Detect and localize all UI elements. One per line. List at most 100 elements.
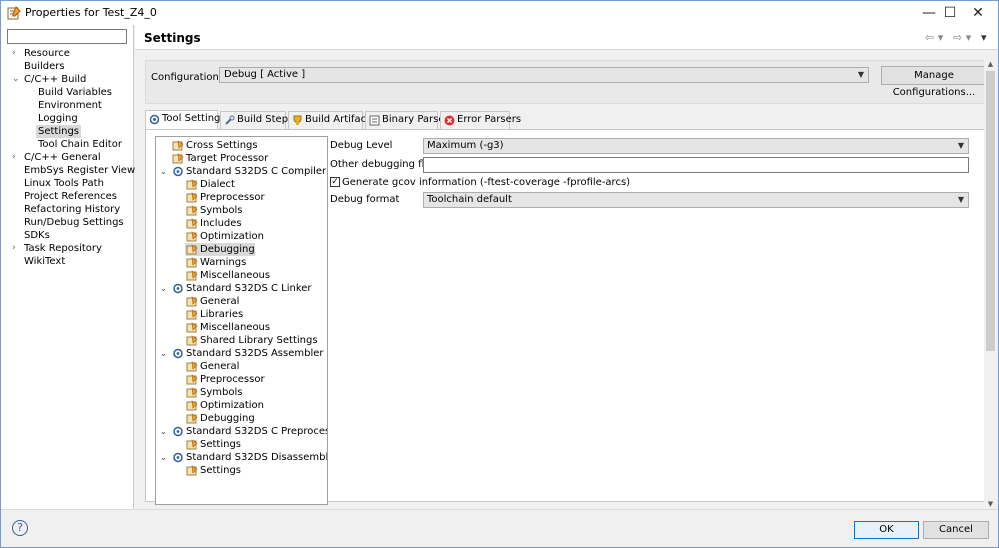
chevron-down-icon[interactable]: ⌄ [160, 451, 170, 464]
chevron-icon[interactable]: › [12, 151, 22, 164]
tab-label: Build Artifact [305, 114, 370, 125]
category-item[interactable]: Resource [24, 47, 70, 60]
manage-configurations-button[interactable]: Manage Configurations... [881, 66, 987, 98]
help-icon[interactable]: ? [12, 520, 28, 536]
binary-icon [369, 115, 380, 126]
category-item[interactable]: Task Repository [24, 242, 102, 255]
tab-error-parsers[interactable]: Error Parsers [440, 111, 521, 129]
category-item[interactable]: Tool Chain Editor [38, 138, 122, 151]
option-page-icon [186, 335, 198, 346]
debug-format-value: Toolchain default [427, 194, 512, 205]
tree-item[interactable]: Includes [185, 217, 242, 230]
category-item[interactable]: Settings [36, 125, 82, 138]
tree-item[interactable]: Standard S32DS C Preprocessor [171, 425, 327, 438]
tab-tool-settings[interactable]: Tool Settings [145, 110, 226, 130]
tree-item[interactable]: Preprocessor [185, 373, 265, 386]
category-item[interactable]: EmbSys Register View [24, 164, 135, 177]
tree-item-label: Symbols [200, 387, 243, 398]
tree-item[interactable]: Debugging [185, 243, 255, 256]
option-page-icon [186, 465, 198, 476]
other-flags-input[interactable] [423, 157, 969, 173]
tree-item-label: Debugging [200, 413, 255, 424]
window-title: Properties for Test_Z4_0 [25, 6, 157, 19]
close-button[interactable]: ✕ [955, 1, 999, 25]
category-item[interactable]: C/C++ General [24, 151, 101, 164]
tree-item[interactable]: Optimization [185, 230, 264, 243]
view-menu-button[interactable]: ▾ [981, 31, 987, 44]
category-item[interactable]: C/C++ Build [24, 73, 86, 86]
category-item[interactable]: Environment [38, 99, 102, 112]
tree-item[interactable]: Warnings [185, 256, 246, 269]
tab-binary-parsers[interactable]: Binary Parsers [365, 111, 454, 129]
category-item[interactable]: SDKs [24, 229, 50, 242]
scroll-down-icon[interactable]: ▼ [984, 499, 997, 509]
tree-item-label: Optimization [200, 400, 264, 411]
chevron-down-icon[interactable]: ⌄ [160, 282, 170, 295]
tree-item[interactable]: Miscellaneous [185, 269, 270, 282]
tree-item[interactable]: General [185, 295, 239, 308]
category-item[interactable]: Builders [24, 60, 65, 73]
tree-item-label: Warnings [200, 257, 247, 268]
tree-item[interactable]: General [185, 360, 239, 373]
cancel-button[interactable]: Cancel [923, 521, 989, 539]
tab-build-steps[interactable]: Build Steps [220, 111, 293, 129]
tree-item[interactable]: Standard S32DS C Linker [171, 282, 312, 295]
category-item[interactable]: Build Variables [38, 86, 112, 99]
chevron-down-icon[interactable]: ⌄ [160, 347, 170, 360]
tree-item[interactable]: Debugging [185, 412, 255, 425]
category-item[interactable]: Logging [38, 112, 78, 125]
category-item[interactable]: Run/Debug Settings [24, 216, 124, 229]
tab-build-artifact[interactable]: Build Artifact [288, 111, 370, 129]
tree-item[interactable]: Optimization [185, 399, 264, 412]
tree-item[interactable]: Preprocessor [185, 191, 265, 204]
configuration-select[interactable]: Debug [ Active ] ▼ [219, 67, 869, 83]
chevron-down-icon: ▼ [957, 195, 964, 204]
chevron-icon[interactable]: ⌄ [12, 73, 22, 86]
category-item[interactable]: Linux Tools Path [24, 177, 104, 190]
tree-item[interactable]: Target Processor [171, 152, 268, 165]
tree-item[interactable]: Symbols [185, 204, 242, 217]
tree-item[interactable]: Settings [185, 438, 241, 451]
tab-label: Error Parsers [457, 114, 522, 125]
option-page-icon [186, 231, 198, 242]
gcov-label[interactable]: Generate gcov information (-ftest-covera… [342, 177, 630, 188]
vertical-scrollbar[interactable]: ▲ ▼ [984, 59, 997, 509]
tree-item[interactable]: Symbols [185, 386, 242, 399]
tab-label: Tool Settings [162, 113, 226, 124]
title-bar: Properties for Test_Z4_0 — ☐ ✕ [1, 1, 998, 25]
forward-button[interactable]: ⇨ ▾ [953, 31, 971, 44]
option-page-icon [186, 400, 198, 411]
tree-item[interactable]: Standard S32DS C Compiler [171, 165, 326, 178]
tree-item-label: General [200, 361, 240, 372]
tree-item[interactable]: Settings [185, 464, 241, 477]
configuration-label: Configuration: [151, 72, 223, 83]
chevron-down-icon[interactable]: ⌄ [160, 165, 170, 178]
option-page-icon [186, 205, 198, 216]
tool-gear-icon [173, 283, 183, 294]
tool-gear-icon [173, 452, 183, 463]
tree-item[interactable]: Shared Library Settings [185, 334, 318, 347]
tree-item[interactable]: Standard S32DS Assembler [171, 347, 324, 360]
filter-input[interactable] [7, 29, 127, 44]
tree-item[interactable]: Standard S32DS Disassembler [171, 451, 327, 464]
debug-format-label: Debug format [330, 194, 400, 205]
tree-item[interactable]: Cross Settings [171, 139, 258, 152]
tree-item[interactable]: Dialect [185, 178, 235, 191]
chevron-icon[interactable]: › [12, 47, 22, 60]
page-title: Settings [144, 31, 201, 45]
debug-format-select[interactable]: Toolchain default ▼ [423, 192, 969, 208]
tree-item[interactable]: Miscellaneous [185, 321, 270, 334]
ok-button[interactable]: OK [854, 521, 919, 539]
scroll-up-icon[interactable]: ▲ [984, 59, 997, 69]
category-item[interactable]: Refactoring History [24, 203, 120, 216]
gcov-checkbox[interactable]: ✓ [330, 177, 340, 187]
tree-item[interactable]: Libraries [185, 308, 243, 321]
tool-tree[interactable]: Cross Settings Target Processor ⌄ Standard … [155, 136, 328, 505]
category-item[interactable]: Project References [24, 190, 117, 203]
chevron-icon[interactable]: › [12, 242, 22, 255]
category-item[interactable]: WikiText [24, 255, 65, 268]
back-button[interactable]: ⇦ ▾ [925, 31, 943, 44]
debug-level-select[interactable]: Maximum (-g3) ▼ [423, 138, 969, 154]
chevron-down-icon[interactable]: ⌄ [160, 425, 170, 438]
scrollbar-thumb[interactable] [986, 71, 995, 351]
